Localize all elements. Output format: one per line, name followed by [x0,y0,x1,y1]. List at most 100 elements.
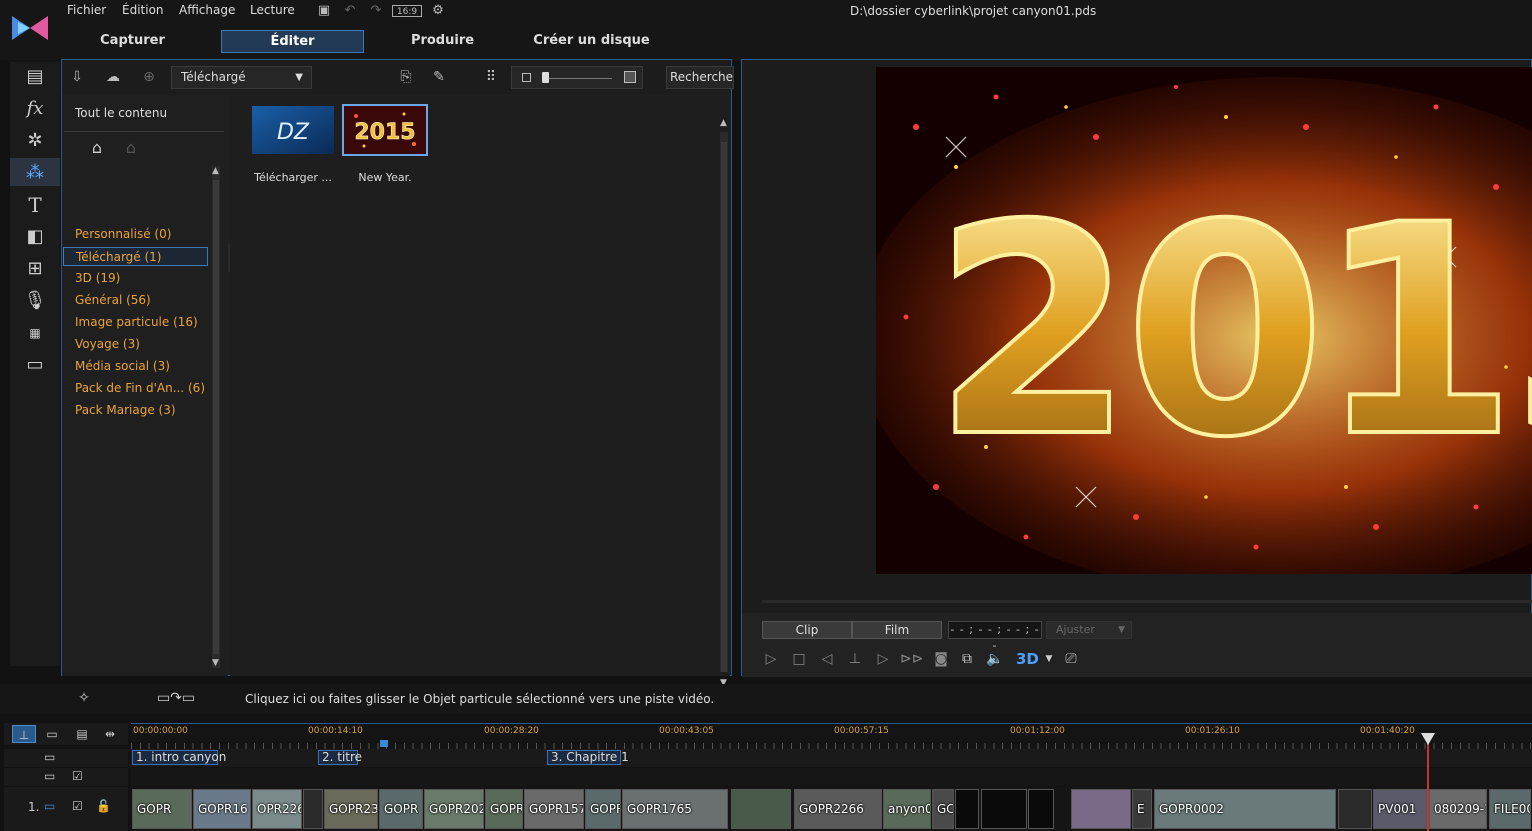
timeline-playhead[interactable] [1427,733,1429,831]
chapter-marker[interactable]: 2. titre [318,750,362,765]
video-clip[interactable]: FILE000 [1489,789,1531,829]
undock-preview-icon[interactable]: ⧉ [956,649,978,669]
video-clip[interactable]: GOPR [379,789,423,829]
particle-magic-icon[interactable]: ✧ [74,690,94,708]
insert-to-track-icon[interactable]: ▭↷▭ [144,690,208,708]
zoom-fit-dropdown[interactable]: Ajuster ▼ [1046,621,1132,639]
video-clip[interactable] [981,789,1027,829]
scrollbar-thumb[interactable] [213,180,219,654]
video-clip[interactable]: PV001 [1373,789,1427,829]
undo-icon[interactable]: ↶ [340,3,360,19]
thumbnail-size-slider[interactable] [511,66,643,89]
scrollbar-thumb[interactable] [721,142,727,672]
audio-mixing-icon[interactable]: ⊞ [22,256,48,282]
category-scrollbar[interactable]: ▲ ▼ [212,166,220,668]
timecode-display[interactable]: - - ; - - ; - - ; - - [948,621,1042,652]
external-display-icon[interactable]: ⎚ [1060,649,1082,669]
voiceover-mic-icon[interactable]: 🎙 [22,288,48,314]
timeline-view-icon[interactable]: ⊥ [12,725,36,743]
library-filter-dropdown[interactable]: Téléchargé ▼ [171,66,312,89]
video-clip[interactable] [731,789,791,829]
fx-room-icon[interactable]: fx [22,96,48,122]
remove-tag-icon[interactable]: ⌂ [120,138,142,160]
title-room-icon[interactable]: T [22,192,48,218]
fit-timeline-icon[interactable]: ⇹ [98,725,122,743]
category-telecharge[interactable]: Téléchargé (1) [63,247,208,266]
grid-view-icon[interactable]: ⠿ [480,68,502,86]
category-voyage[interactable]: Voyage (3) [63,335,208,354]
volume-icon[interactable]: 🔈 [984,649,1006,669]
library-item-download[interactable]: DZ Télécharger ... [252,106,334,184]
video-clip[interactable]: OPR2269 [252,789,302,829]
add-tag-icon[interactable]: ⌂ [86,138,108,160]
chevron-down-icon[interactable]: ▼ [1038,649,1060,669]
video-clip[interactable]: anyon01 [883,789,931,829]
video-clip[interactable]: 080209-16 [1429,789,1487,829]
tab-capturer[interactable]: Capturer [61,30,204,53]
storyboard-view-icon[interactable]: ▭ [40,725,64,743]
scroll-down-icon[interactable]: ▼ [212,658,219,668]
video-clip[interactable]: GOPR2266 [794,789,882,829]
video-clip[interactable]: GOPR234 [324,789,378,829]
particle-room-icon[interactable]: ⁂ [22,160,48,186]
transition-room-icon[interactable]: ◧ [22,224,48,250]
3d-mode-button[interactable]: 3D [1016,649,1039,669]
fast-forward-icon[interactable]: ⊳⊳ [900,649,923,669]
category-media-social[interactable]: Média social (3) [63,357,208,376]
video-clip[interactable]: GOPR1765 [622,789,728,829]
cloud-download-icon[interactable]: ☁ [102,68,124,86]
chapter-marker[interactable]: 1. intro canyon [132,750,226,765]
track-manager-icon[interactable]: ▤ [70,725,94,743]
video-clip[interactable]: GOPR [485,789,523,829]
track-enable-checkbox[interactable]: ☑ [72,769,83,783]
snapshot-camera-icon[interactable]: ◙ [930,649,952,669]
chapter-marker[interactable]: 3. Chapitre 1 [547,750,629,765]
video-clip[interactable]: E [1132,789,1152,829]
track-enable-checkbox[interactable]: ☑ [72,799,83,813]
mode-film-button[interactable]: Film [852,621,942,639]
import-media-icon[interactable]: ⇩ [66,68,88,86]
redo-icon[interactable]: ↷ [366,3,386,19]
category-image-particule[interactable]: Image particule (16) [63,313,208,332]
preview-seek-bar[interactable] [762,600,1532,603]
video-clip[interactable]: GOPR16 [193,789,251,829]
media-room-icon[interactable]: ▤ [22,64,48,90]
scroll-up-icon[interactable]: ▲ [720,118,727,128]
edit-particle-icon[interactable]: ✎ [428,68,450,86]
category-pack-fin-annee[interactable]: Pack de Fin d'An... (6) [63,379,208,398]
tab-produire[interactable]: Produire [371,30,514,53]
play-icon[interactable]: ▷ [760,649,782,669]
preview-viewer[interactable]: 2015 [876,67,1532,574]
category-personnalise[interactable]: Personnalisé (0) [63,225,208,244]
grid-scrollbar[interactable]: ▲ ▼ [720,118,728,688]
timeline-marker-icon[interactable] [380,740,388,747]
tab-editer[interactable]: Éditer [221,30,364,53]
video-clip[interactable] [955,789,979,829]
lock-icon[interactable]: 🔓 [96,799,111,813]
hint-text[interactable]: Cliquez ici ou faites glisser le Objet p… [245,692,714,706]
pip-room-icon[interactable]: ✲ [22,128,48,154]
next-frame-icon[interactable]: ▷ [872,649,894,669]
mode-clip-button[interactable]: Clip [762,621,852,639]
slider-thumb[interactable] [542,72,549,83]
menu-edition[interactable]: Édition [122,3,164,21]
subtitle-room-icon[interactable]: ▭ [22,352,48,378]
category-3d[interactable]: 3D (19) [63,269,208,288]
menu-lecture[interactable]: Lecture [250,3,295,21]
video-clip[interactable] [303,789,323,829]
stop-icon[interactable]: □ [788,649,810,669]
timeline-ruler[interactable]: 00:00:00:00 00:00:14:10 00:00:28:20 00:0… [131,723,1532,749]
library-item-new-year[interactable]: 2015 New Year. [342,104,428,184]
video-clip[interactable]: GOPR1570 [524,789,584,829]
save-icon[interactable]: ▣ [314,3,334,19]
settings-gear-icon[interactable]: ⚙ [428,3,448,19]
previous-frame-icon[interactable]: ◁ [816,649,838,669]
all-content-label[interactable]: Tout le contenu [75,106,167,120]
video-clip[interactable]: GOPR [585,789,621,829]
category-pack-mariage[interactable]: Pack Mariage (3) [63,401,208,420]
aspect-ratio-button[interactable]: 16:9 [392,5,422,17]
tab-creer-disque[interactable]: Créer un disque [520,30,663,53]
video-clip[interactable] [1071,789,1131,829]
video-clip[interactable] [1338,789,1372,829]
menu-fichier[interactable]: Fichier [67,3,106,21]
